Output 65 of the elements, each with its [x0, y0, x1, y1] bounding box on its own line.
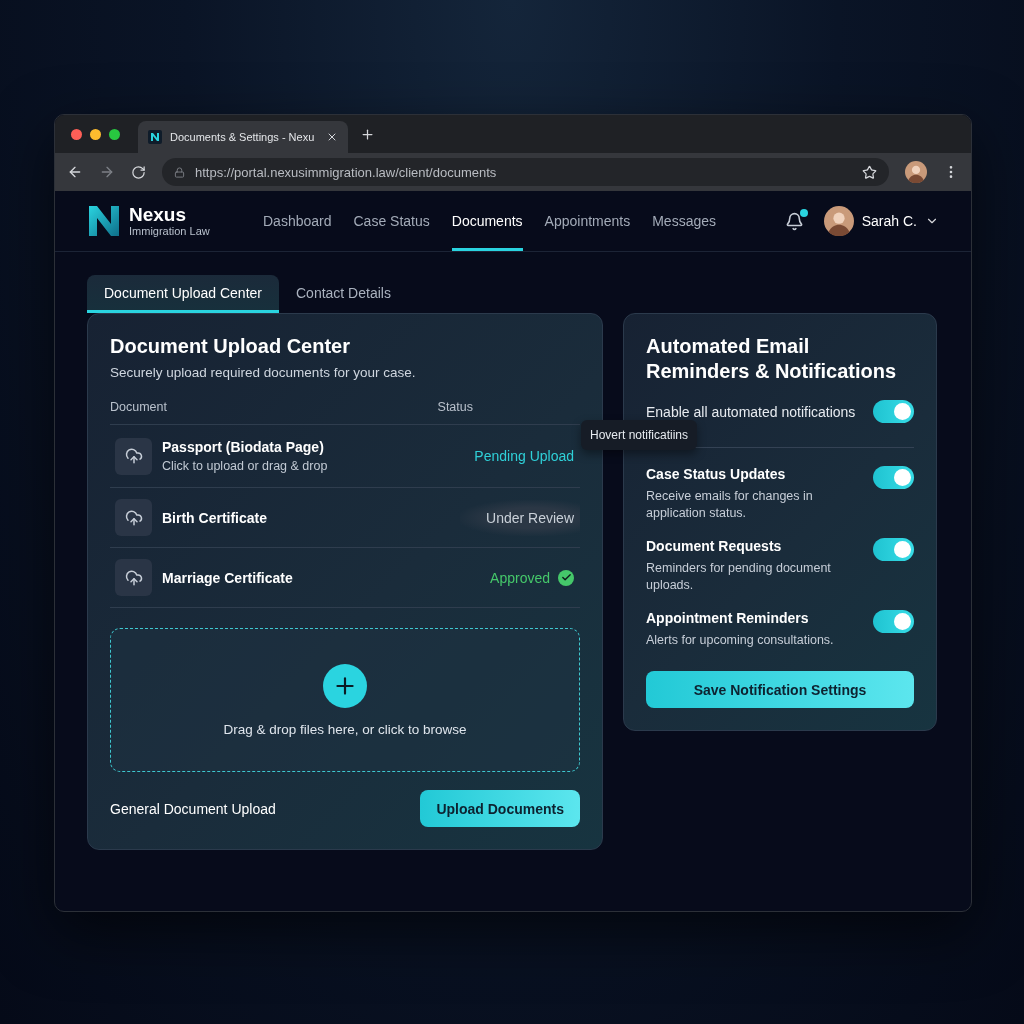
back-icon[interactable]	[67, 164, 83, 180]
column-header: Status	[437, 400, 473, 414]
dropzone[interactable]: Drag & drop files here, or click to browse	[110, 628, 580, 772]
setting-title: Case Status Updates	[646, 466, 787, 482]
upload-button[interactable]	[115, 499, 152, 536]
url-text: https://portal.nexusimmigration.law/client/documents	[195, 164, 498, 180]
panel-subtitle: Securely upload required documents for your case.	[110, 365, 417, 380]
nav-link[interactable]: Appointments	[544, 191, 631, 251]
nav-link[interactable]: Dashboard	[263, 191, 332, 251]
upload-button[interactable]	[115, 437, 152, 475]
maximize-icon[interactable]	[109, 128, 120, 140]
setting-description: Receive emails for changes in application status.	[646, 488, 814, 522]
document-hint: Click to upload or drag & drop	[162, 459, 329, 473]
setting-label: Enable all automated notifications	[646, 403, 856, 420]
brand-name: Nexus	[129, 205, 188, 225]
column-header: Document	[110, 400, 167, 414]
lock-icon	[174, 166, 185, 178]
toggle-switch[interactable]	[873, 400, 914, 423]
nav-link[interactable]: Case Status	[353, 191, 430, 251]
tooltip: Hovert notificatiins	[581, 420, 698, 450]
brand-subtitle: Immigration Law	[129, 225, 210, 237]
setting-description: Alerts for upcoming consultations.	[646, 632, 834, 649]
plus-icon	[323, 663, 367, 708]
toggle-switch[interactable]	[873, 466, 914, 489]
upload-button[interactable]: Upload Documents	[420, 790, 580, 827]
logo-icon	[87, 204, 121, 238]
document-name: Passport (Biodata Page)	[162, 439, 325, 455]
browser-tab[interactable]: Documents & Settings - Nexu	[138, 121, 348, 153]
tab-title: Documents & Settings - Nexu	[170, 131, 316, 143]
status-label: Pending Upload	[473, 448, 575, 464]
new-tab-icon[interactable]	[360, 126, 375, 142]
close-icon[interactable]	[326, 131, 338, 143]
nav-link[interactable]: Messages	[652, 191, 716, 251]
forward-icon[interactable]	[99, 164, 115, 180]
nav-link[interactable]: Documents	[451, 191, 523, 251]
setting-title: Appointment Reminders	[646, 610, 810, 626]
panel-title: Automated Email Reminders & Notifications	[646, 334, 898, 384]
toggle-switch[interactable]	[873, 610, 914, 633]
setting-title: Document Requests	[646, 538, 783, 554]
logo-icon	[148, 130, 162, 144]
status-label: Approved	[484, 569, 580, 586]
panel-title: Document Upload Center	[110, 334, 352, 359]
upload-button[interactable]	[115, 559, 152, 596]
save-button[interactable]: Save Notification Settings	[646, 671, 914, 708]
toggle-switch[interactable]	[873, 538, 914, 561]
dropzone-text: Drag & drop files here, or click to browse	[223, 721, 467, 737]
user-name[interactable]: Sarah C.	[861, 213, 917, 229]
document-name: Marriage Certificate	[162, 569, 294, 586]
minimize-icon[interactable]	[90, 128, 101, 140]
section-label: General Document Upload	[110, 800, 276, 817]
user-avatar[interactable]	[823, 206, 854, 236]
address-bar[interactable]: https://portal.nexusimmigration.law/client/documents	[162, 158, 889, 186]
document-name: Birth Certificate	[162, 509, 269, 526]
cloud-upload-icon	[124, 508, 143, 527]
status-label: Under Review	[460, 499, 580, 536]
check-icon	[558, 569, 574, 586]
tab[interactable]: Document Upload Center	[87, 275, 279, 313]
reload-icon[interactable]	[131, 164, 146, 180]
cloud-upload-icon	[124, 447, 143, 465]
setting-description: Reminders for pending document uploads.	[646, 560, 832, 594]
close-icon[interactable]	[71, 128, 82, 140]
star-icon[interactable]	[862, 164, 877, 180]
profile-avatar[interactable]	[905, 161, 927, 183]
cloud-upload-icon	[124, 568, 143, 587]
tab[interactable]: Contact Details	[279, 275, 408, 313]
